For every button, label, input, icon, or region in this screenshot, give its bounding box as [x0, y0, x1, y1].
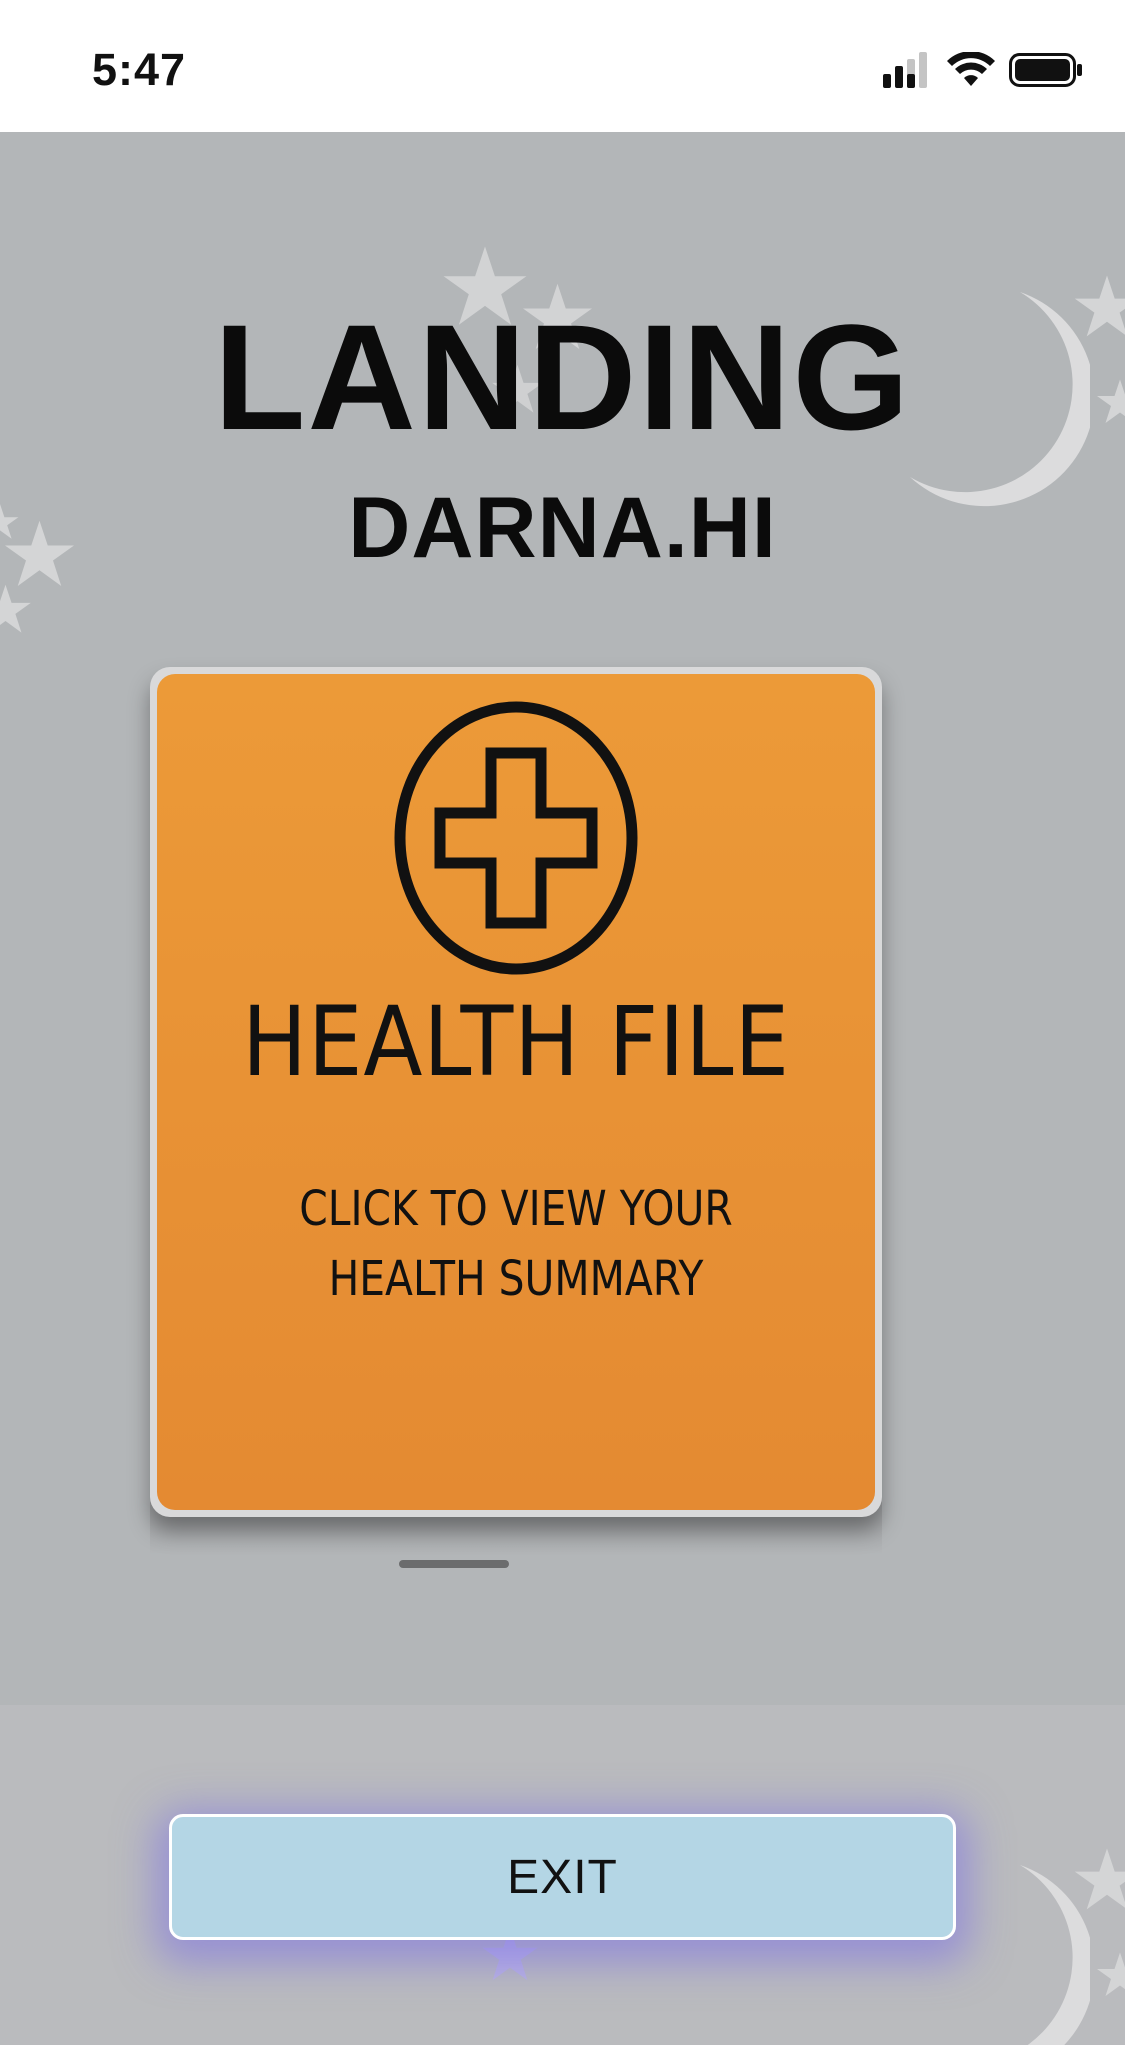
- health-file-caption: CLICK TO VIEW YOUR HEALTH SUMMARY: [211, 1174, 821, 1314]
- wifi-icon: [947, 52, 995, 86]
- status-icons: [883, 50, 1083, 90]
- status-bar: 5:47: [0, 0, 1125, 132]
- cellular-signal-icon: [883, 52, 927, 88]
- page-title: LANDING: [213, 293, 912, 461]
- health-file-caption-line2: HEALTH SUMMARY: [328, 1251, 704, 1307]
- exit-button[interactable]: EXIT: [169, 1814, 956, 1940]
- star-icon: [1097, 1952, 1125, 1996]
- battery-icon: [1009, 53, 1082, 87]
- health-file-caption-line1: CLICK TO VIEW YOUR: [299, 1181, 733, 1237]
- health-file-title: HEALTH FILE: [242, 986, 790, 1098]
- health-file-card[interactable]: HEALTH FILE CLICK TO VIEW YOUR HEALTH SU…: [150, 667, 882, 1517]
- star-icon: [0, 584, 31, 633]
- status-time: 5:47: [92, 44, 187, 95]
- health-file-card-face[interactable]: HEALTH FILE CLICK TO VIEW YOUR HEALTH SU…: [157, 674, 875, 1510]
- medical-cross-icon: [394, 701, 638, 975]
- page-indicator[interactable]: [399, 1560, 509, 1568]
- page-subtitle: DARNA.HI: [348, 480, 777, 576]
- star-icon: [1074, 1848, 1125, 1910]
